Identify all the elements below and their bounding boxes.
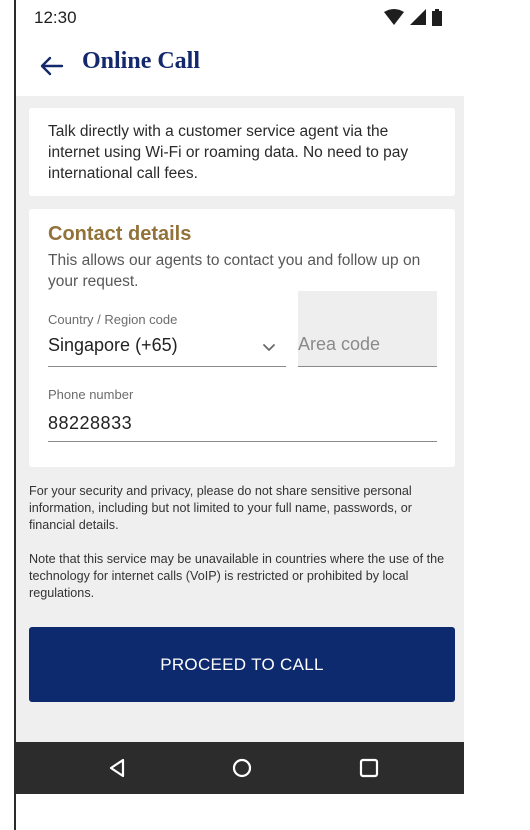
proceed-to-call-button[interactable]: PROCEED TO CALL	[29, 627, 455, 702]
phone-number-field[interactable]	[48, 410, 437, 442]
phone-screen: 12:30 Online Call Talk directly with a c…	[14, 0, 464, 830]
nav-back-icon[interactable]	[105, 756, 129, 780]
area-code-field[interactable]	[298, 291, 437, 367]
intro-text: Talk directly with a customer service ag…	[48, 123, 409, 182]
arrow-left-icon[interactable]	[38, 52, 66, 80]
nav-home-icon[interactable]	[230, 756, 254, 780]
contact-details-card: Contact details This allows our agents t…	[29, 209, 455, 467]
area-code-input[interactable]	[298, 331, 437, 357]
status-time: 12:30	[34, 8, 77, 27]
wifi-icon	[384, 9, 404, 25]
system-nav-bar	[16, 742, 464, 794]
status-bar: 12:30	[16, 0, 464, 36]
chevron-down-icon	[263, 344, 275, 351]
security-note: For your security and privacy, please do…	[29, 484, 412, 532]
availability-note: Note that this service may be unavailabl…	[29, 552, 445, 600]
battery-icon	[432, 8, 442, 26]
page-title: Online Call	[82, 48, 201, 74]
nav-recents-icon[interactable]	[357, 756, 381, 780]
country-code-select[interactable]: Singapore (+65)	[48, 335, 286, 367]
cellular-signal-icon	[410, 9, 426, 25]
status-icons	[384, 7, 442, 27]
app-bar: Online Call	[16, 36, 464, 96]
main-content: Talk directly with a customer service ag…	[16, 96, 464, 742]
phone-number-input[interactable]	[48, 410, 437, 436]
phone-number-label: Phone number	[48, 387, 134, 402]
contact-details-title: Contact details	[48, 223, 192, 245]
country-code-value: Singapore (+65)	[48, 335, 178, 355]
contact-details-subtitle: This allows our agents to contact you an…	[48, 252, 421, 290]
country-code-label: Country / Region code	[48, 312, 178, 327]
intro-card: Talk directly with a customer service ag…	[29, 108, 455, 196]
